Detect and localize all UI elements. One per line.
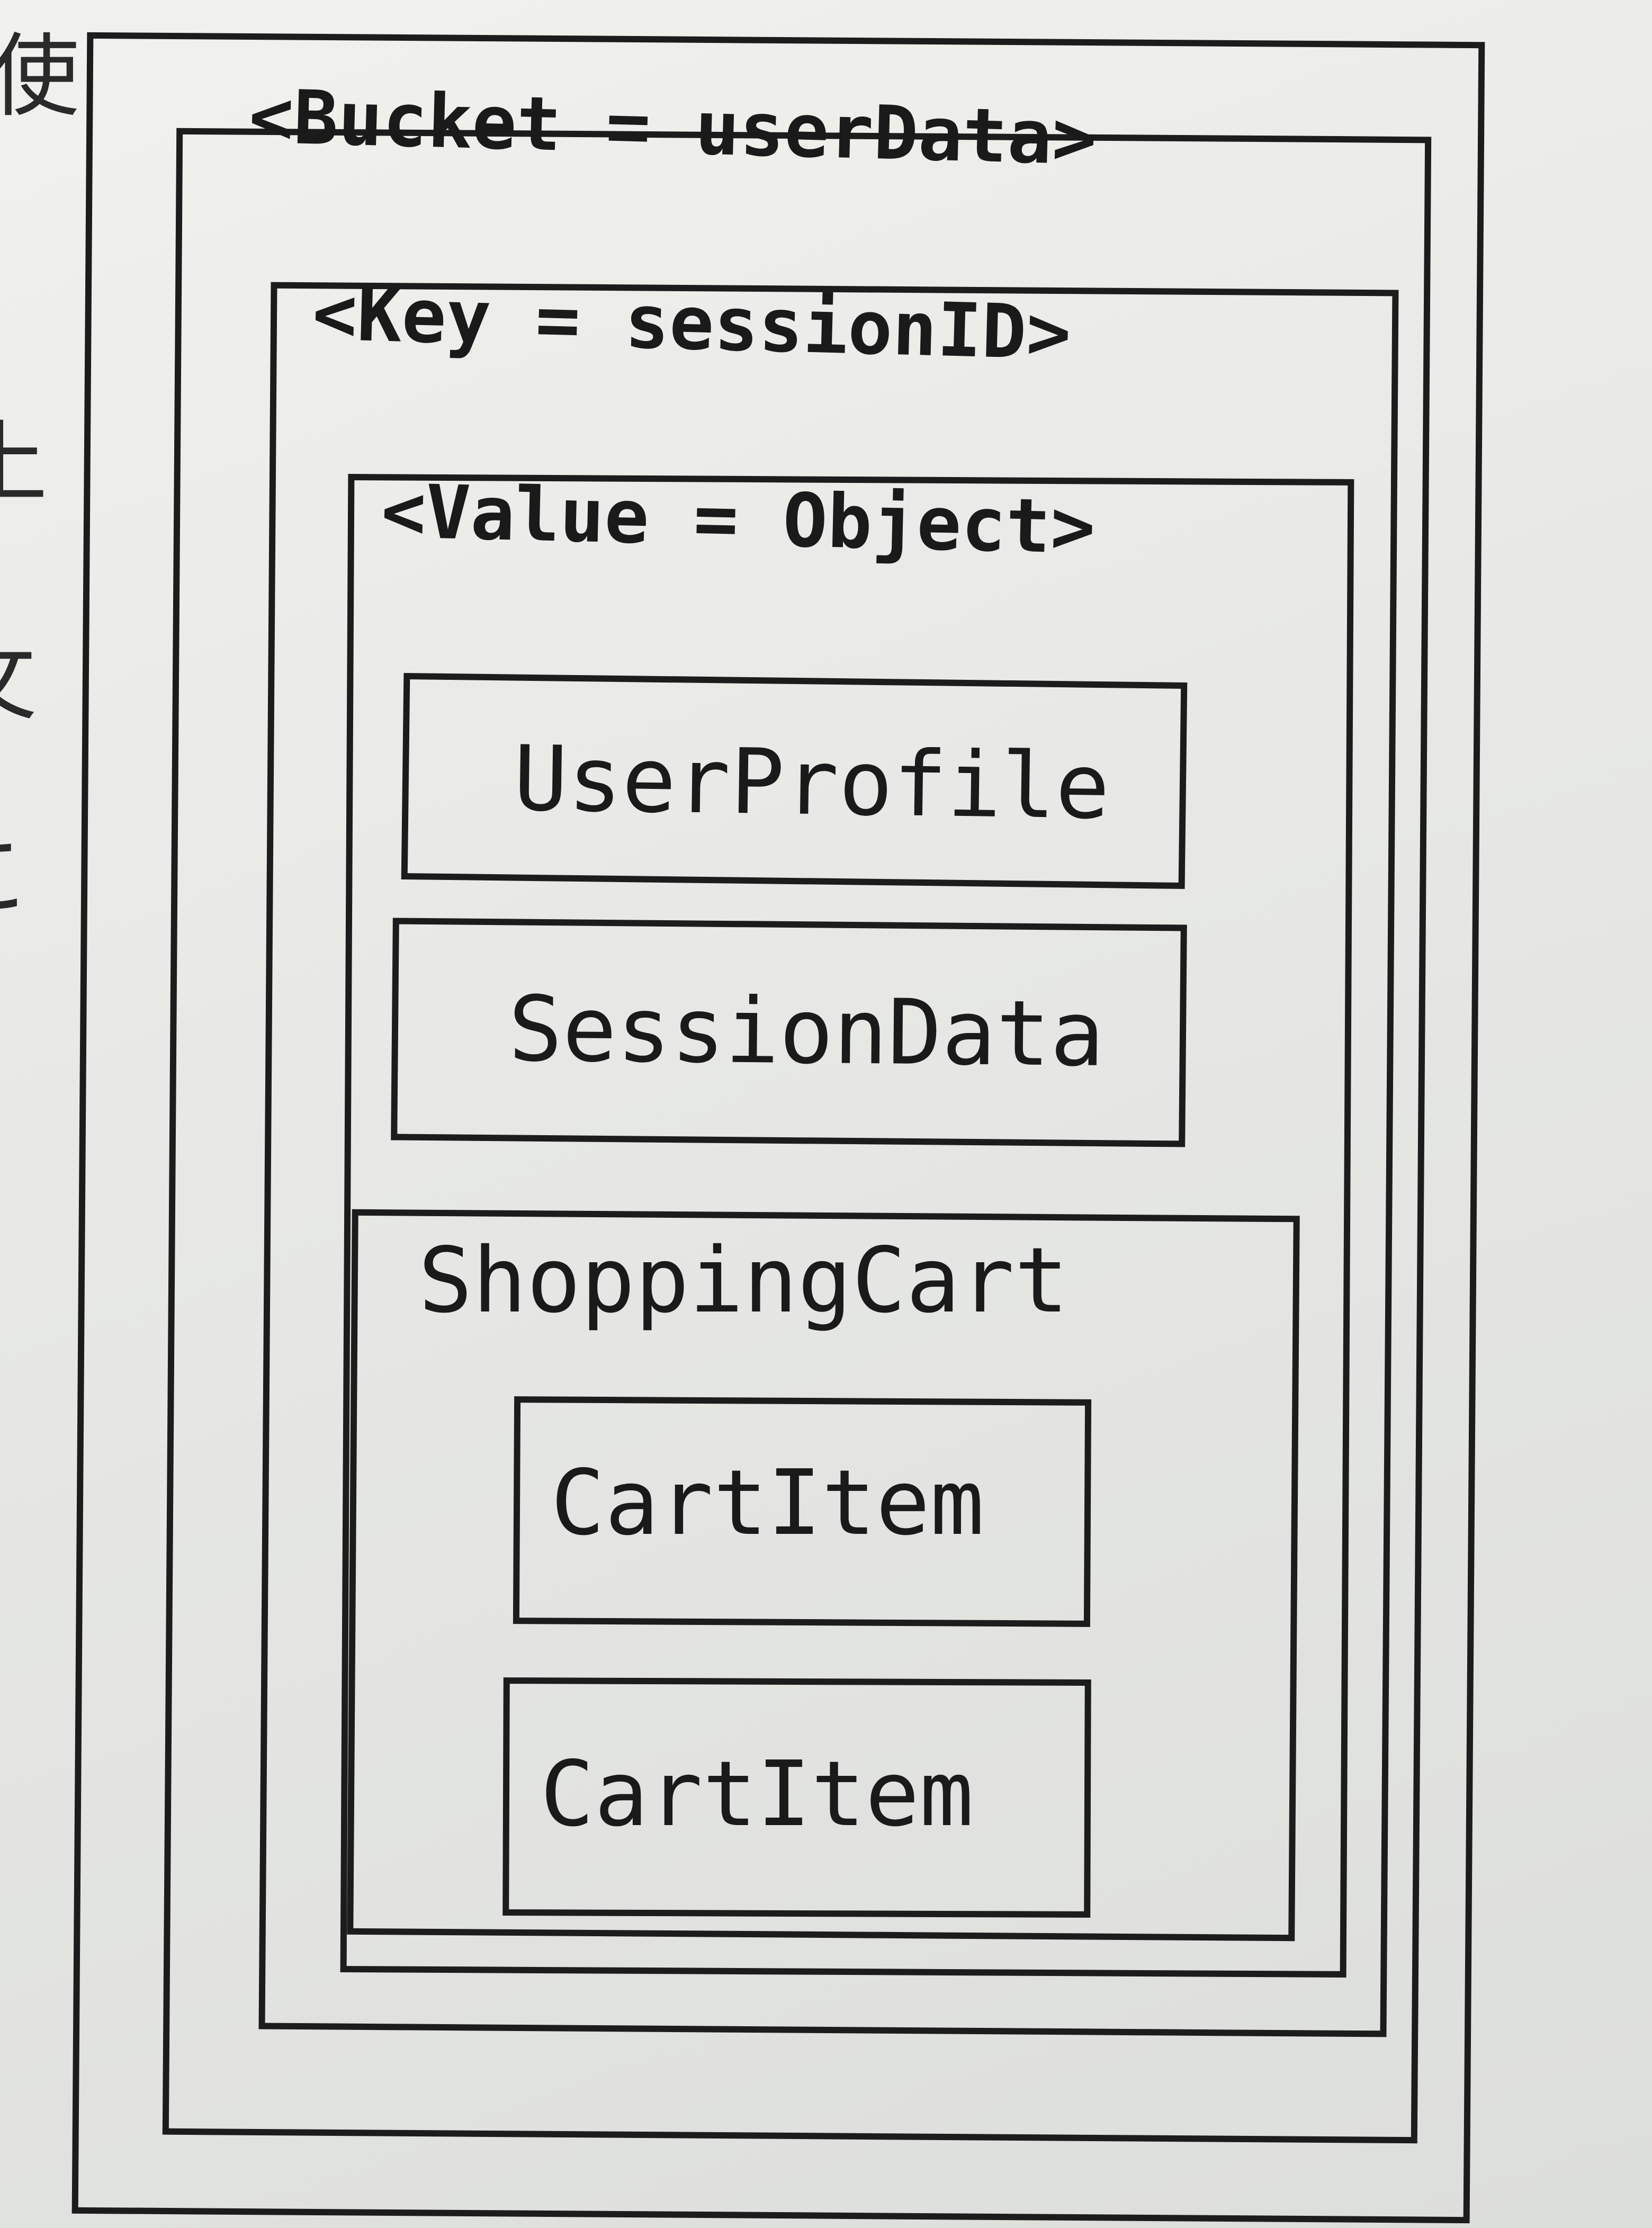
cartitem-label: CartItem [540,1742,974,1847]
cartitem-label: CartItem [551,1451,984,1556]
margin-text: 攵 [0,635,37,725]
book-page: 使 上 攵 こ <Bucket = userData> <Key = sessi… [0,0,1652,2228]
value-label: <Value = Object> [380,468,1097,571]
margin-text: 使 [0,24,80,129]
sessiondata-label: SessionData [508,977,1105,1087]
margin-text: こ [0,831,32,921]
margin-text: 上 [0,411,48,516]
shoppingcart-label: ShoppingCart [418,1228,1069,1333]
userprofile-label: UserProfile [513,726,1111,840]
